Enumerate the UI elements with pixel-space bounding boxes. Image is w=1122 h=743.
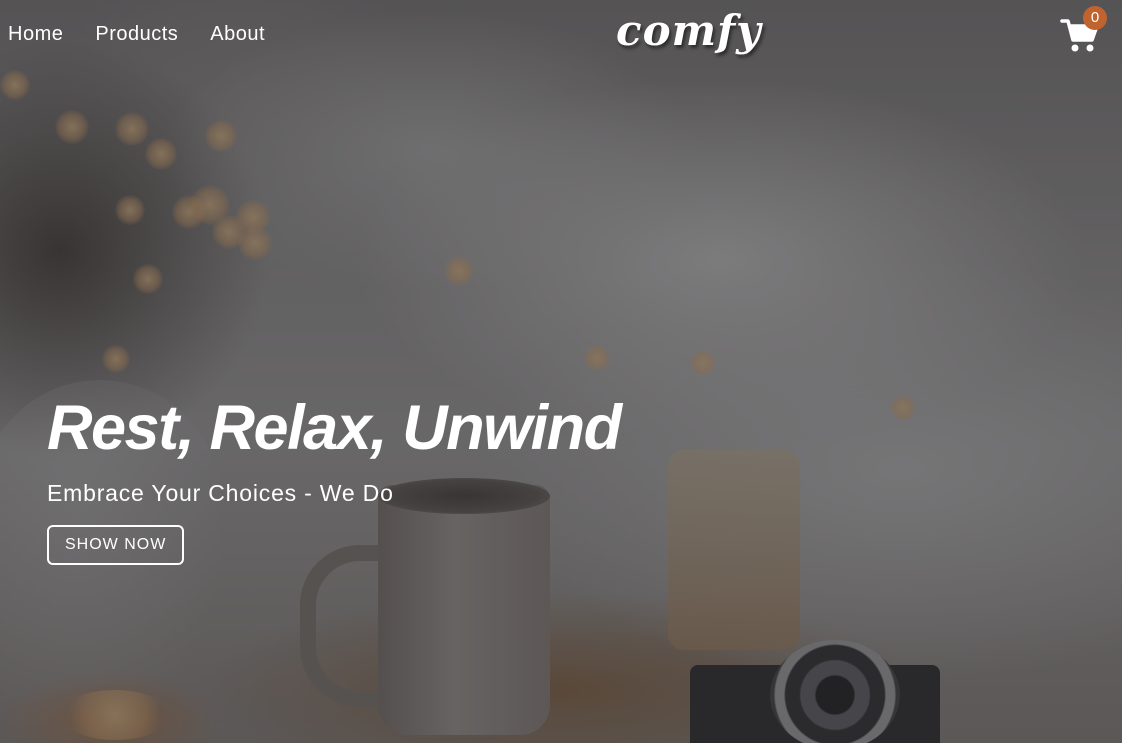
hero-section: Home Products About comfy 0 Rest, Relax,…	[0, 0, 1122, 743]
navbar: Home Products About comfy 0	[0, 0, 1122, 74]
dark-overlay	[0, 0, 1122, 743]
nav-link-about[interactable]: About	[210, 23, 265, 46]
nav-links: Home Products About	[8, 23, 265, 46]
nav-link-home[interactable]: Home	[8, 23, 63, 46]
hero-title: Rest, Relax, Unwind	[47, 393, 622, 463]
nav-link-products[interactable]: Products	[95, 23, 178, 46]
brand-logo[interactable]: comfy	[616, 6, 762, 55]
hero-subtitle: Embrace Your Choices - We Do	[47, 480, 394, 506]
show-now-button[interactable]: SHOW NOW	[47, 525, 185, 565]
cart-count-badge: 0	[1083, 6, 1107, 30]
hero-content: Rest, Relax, Unwind Embrace Your Choices…	[47, 390, 622, 565]
